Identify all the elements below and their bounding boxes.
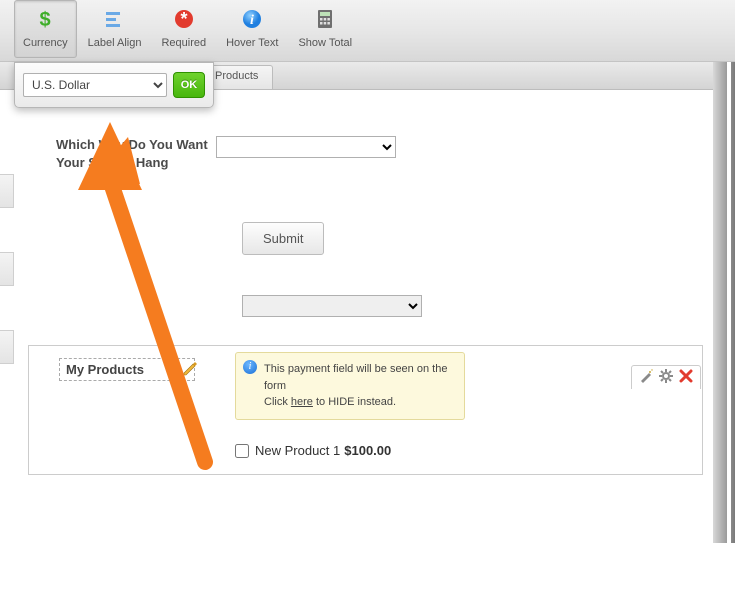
toolbar-btn-required[interactable]: * Required bbox=[152, 0, 215, 58]
svg-text:*: * bbox=[180, 9, 187, 29]
toolbar: $ Currency Label Align * Required bbox=[0, 0, 735, 62]
tip-suffix: to HIDE instead. bbox=[313, 396, 396, 408]
payment-info-tip: i This payment field will be seen on the… bbox=[235, 352, 465, 420]
toolbar-btn-currency[interactable]: $ Currency bbox=[14, 0, 77, 58]
tip-hide-link[interactable]: here bbox=[291, 396, 313, 408]
submit-row: Submit bbox=[22, 182, 709, 295]
label-align-icon bbox=[103, 7, 127, 31]
toolbar-label: Show Total bbox=[298, 37, 352, 49]
product-price: $100.00 bbox=[344, 443, 391, 458]
tip-prefix: Click bbox=[264, 396, 291, 408]
side-stub bbox=[0, 252, 14, 286]
toolbar-btn-showtotal[interactable]: Show Total bbox=[289, 0, 361, 58]
currency-popover: U.S. Dollar OK bbox=[14, 62, 214, 108]
side-stub bbox=[0, 330, 14, 364]
side-stub bbox=[0, 174, 14, 208]
product-name: New Product 1 bbox=[255, 443, 340, 458]
toolbar-label: Required bbox=[161, 37, 206, 49]
toolbar-btn-hovertext[interactable]: i Hover Text bbox=[217, 0, 287, 58]
toolbar-label: Label Align bbox=[88, 37, 142, 49]
toolbar-label: Currency bbox=[23, 37, 68, 49]
question-label: Which Way Do You Want Your Sign to Hang bbox=[56, 136, 216, 172]
product-line: New Product 1 $100.00 bbox=[235, 443, 686, 458]
question-row: Which Way Do You Want Your Sign to Hang bbox=[22, 126, 709, 182]
form-canvas: Which Way Do You Want Your Sign to Hang … bbox=[22, 90, 709, 541]
info-icon: i bbox=[243, 360, 257, 374]
ok-button[interactable]: OK bbox=[173, 72, 205, 98]
dollar-icon: $ bbox=[33, 7, 57, 31]
tip-line1: This payment field will be seen on the f… bbox=[264, 363, 447, 392]
submit-button[interactable]: Submit bbox=[242, 222, 324, 255]
toolbar-label: Hover Text bbox=[226, 37, 278, 49]
extra-select-row bbox=[22, 295, 709, 327]
asterisk-icon: * bbox=[172, 7, 196, 31]
svg-text:$: $ bbox=[40, 9, 51, 30]
svg-text:i: i bbox=[250, 13, 254, 28]
page-edge bbox=[713, 62, 735, 543]
product-checkbox[interactable] bbox=[235, 444, 249, 458]
extra-select[interactable] bbox=[242, 295, 422, 317]
payment-section-label: My Products bbox=[66, 362, 144, 377]
payment-field-block[interactable]: My Products i This payment field will be… bbox=[28, 345, 703, 475]
question-select[interactable] bbox=[216, 136, 396, 158]
payment-label-box[interactable]: My Products bbox=[59, 358, 195, 381]
toolbar-btn-labelalign[interactable]: Label Align bbox=[79, 0, 151, 58]
pencil-icon[interactable] bbox=[182, 361, 198, 377]
info-icon: i bbox=[240, 7, 264, 31]
currency-select[interactable]: U.S. Dollar bbox=[23, 73, 167, 97]
calculator-icon bbox=[313, 7, 337, 31]
